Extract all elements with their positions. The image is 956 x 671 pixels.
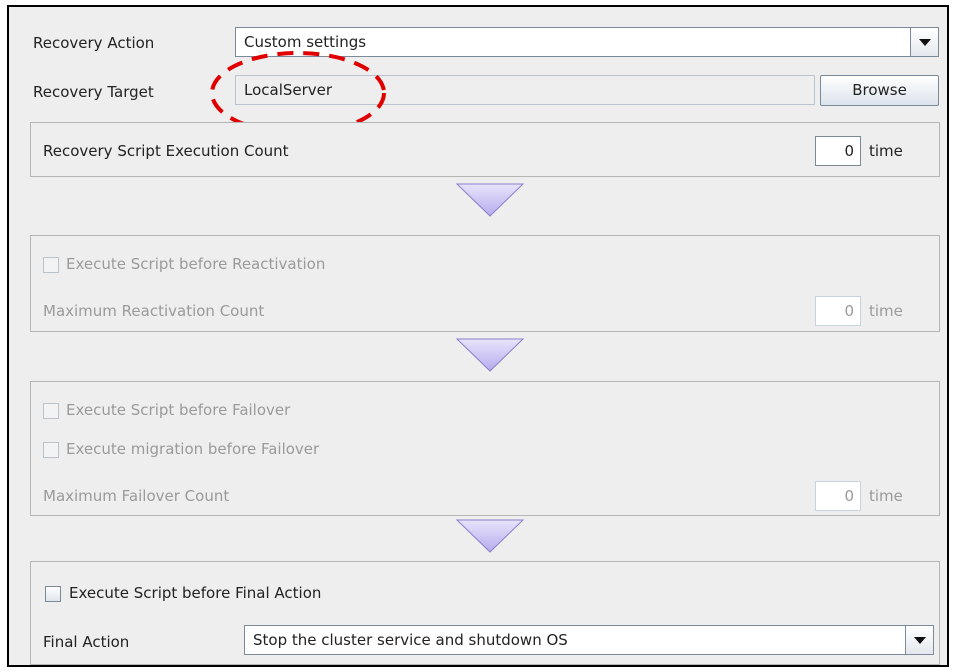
dropdown-arrow-icon[interactable] bbox=[905, 626, 933, 654]
reactivation-checkbox[interactable] bbox=[43, 257, 59, 273]
script-execution-label: Recovery Script Execution Count bbox=[43, 142, 289, 160]
failover-migration-checkbox-label: Execute migration before Failover bbox=[66, 440, 320, 458]
failover-migration-checkbox[interactable] bbox=[43, 442, 59, 458]
max-reactivation-unit: time bbox=[869, 302, 903, 320]
max-reactivation-label: Maximum Reactivation Count bbox=[43, 302, 265, 320]
script-execution-count-input[interactable]: 0 bbox=[815, 136, 861, 166]
recovery-settings-dialog: Recovery Action Custom settings Recovery… bbox=[7, 5, 949, 667]
final-action-value: Stop the cluster service and shutdown OS bbox=[253, 631, 568, 649]
final-action-label: Final Action bbox=[43, 633, 130, 651]
script-execution-unit: time bbox=[869, 142, 903, 160]
max-reactivation-count-input[interactable]: 0 bbox=[815, 296, 861, 326]
final-action-panel: Execute Script before Final Action Final… bbox=[30, 561, 940, 665]
flow-arrow-icon bbox=[455, 519, 525, 553]
max-failover-label: Maximum Failover Count bbox=[43, 487, 230, 505]
failover-script-checkbox-label: Execute Script before Failover bbox=[66, 401, 291, 419]
final-action-script-checkbox-label: Execute Script before Final Action bbox=[69, 584, 322, 602]
flow-arrow-icon bbox=[455, 338, 525, 372]
flow-arrow-icon bbox=[455, 183, 525, 217]
dropdown-arrow-icon[interactable] bbox=[910, 28, 938, 56]
recovery-target-label: Recovery Target bbox=[33, 83, 154, 101]
failover-panel: Execute Script before Failover Execute m… bbox=[30, 381, 940, 516]
final-action-select[interactable]: Stop the cluster service and shutdown OS bbox=[244, 625, 934, 655]
final-action-script-checkbox[interactable] bbox=[45, 586, 61, 602]
script-execution-panel: Recovery Script Execution Count 0 time bbox=[30, 122, 940, 177]
recovery-action-label: Recovery Action bbox=[33, 34, 155, 52]
max-failover-unit: time bbox=[869, 487, 903, 505]
failover-script-checkbox[interactable] bbox=[43, 403, 59, 419]
reactivation-panel: Execute Script before Reactivation Maxim… bbox=[30, 235, 940, 332]
max-failover-count-input[interactable]: 0 bbox=[815, 481, 861, 511]
reactivation-checkbox-label: Execute Script before Reactivation bbox=[66, 255, 326, 273]
browse-button[interactable]: Browse bbox=[820, 75, 939, 106]
